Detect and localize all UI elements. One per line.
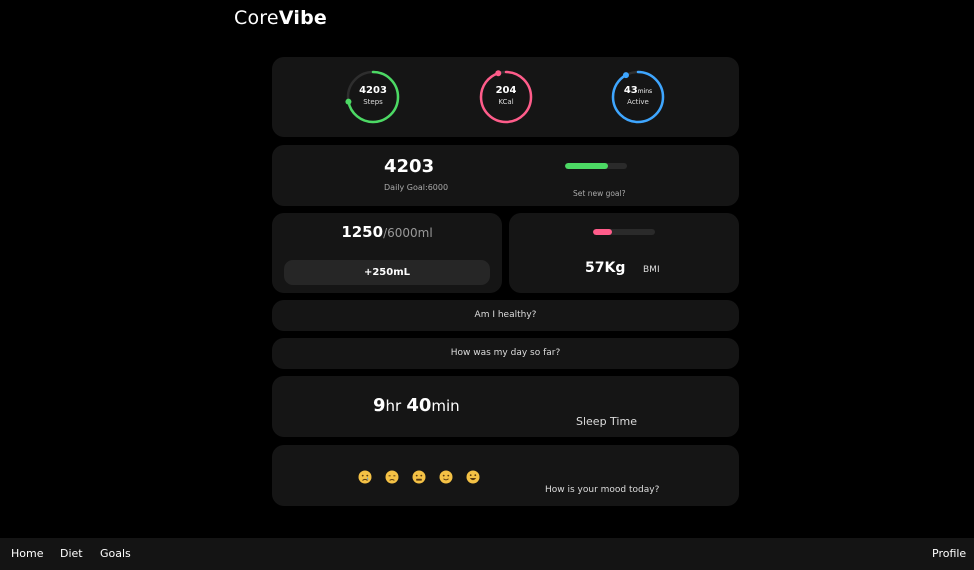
- sleep-duration: 9hr 40min: [373, 395, 460, 416]
- active-ring-value: 43mins: [623, 85, 653, 96]
- sleep-time-label: Sleep Time: [576, 415, 637, 428]
- water-intake-card: 1250/6000ml +250mL: [272, 213, 502, 293]
- active-ring-label: Active: [627, 98, 649, 106]
- sleep-minutes-unit: min: [431, 397, 460, 415]
- neutral-face-icon[interactable]: [412, 469, 426, 484]
- active-ring-endpoint: [622, 72, 629, 79]
- day-summary-label: How was my day so far?: [450, 348, 561, 358]
- grinning-face-icon[interactable]: [466, 469, 480, 484]
- weight-bmi-card: 57Kg BMI: [509, 213, 739, 293]
- bottom-nav: Home Diet Goals Profile: [0, 538, 974, 570]
- bmi-label[interactable]: BMI: [643, 265, 660, 275]
- steps-ring[interactable]: 4203 Steps: [345, 69, 401, 125]
- day-summary-button[interactable]: How was my day so far?: [272, 338, 739, 369]
- kcal-ring-endpoint: [495, 70, 502, 77]
- nav-diet[interactable]: Diet: [60, 547, 83, 560]
- app-logo: CoreVibe: [234, 7, 327, 29]
- sleep-hours-unit: hr: [385, 397, 402, 415]
- mood-card: How is your mood today?: [272, 445, 739, 506]
- kcal-ring-progress: [479, 70, 533, 124]
- sleep-hours: 9: [373, 395, 386, 416]
- water-current: 1250: [341, 223, 384, 241]
- steps-count: 4203: [384, 156, 435, 177]
- nav-goals[interactable]: Goals: [100, 547, 131, 560]
- water-amount: 1250/6000ml: [272, 223, 502, 241]
- water-total: /6000ml: [383, 226, 433, 240]
- active-ring[interactable]: 43mins Active: [610, 69, 666, 125]
- bmi-bar: [593, 229, 655, 235]
- slightly-smiling-face-icon[interactable]: [439, 469, 453, 484]
- nav-profile[interactable]: Profile: [932, 547, 966, 560]
- weight-value: 57Kg: [585, 260, 626, 276]
- bmi-bar-fill: [593, 229, 612, 235]
- sleep-minutes: 40: [406, 395, 432, 416]
- kcal-ring[interactable]: 204 KCal: [478, 69, 534, 125]
- am-i-healthy-button[interactable]: Am I healthy?: [272, 300, 739, 331]
- activity-rings-card: 4203 Steps 204 KCal 43mins Active: [272, 57, 739, 137]
- mood-options: [358, 469, 488, 488]
- mood-prompt: How is your mood today?: [545, 485, 660, 495]
- crying-face-icon[interactable]: [358, 469, 372, 484]
- steps-progress-bar: [565, 163, 627, 169]
- active-ring-chart: [611, 70, 665, 124]
- steps-progress-fill: [565, 163, 609, 169]
- add-water-button[interactable]: +250mL: [284, 260, 490, 285]
- brand-bold: Vibe: [278, 7, 327, 29]
- steps-ring-value: 4203: [359, 85, 387, 96]
- steps-goal-card: 4203 Daily Goal:6000 Set new goal?: [272, 145, 739, 206]
- set-new-goal-link[interactable]: Set new goal?: [573, 189, 626, 198]
- daily-goal-label: Daily Goal:6000: [384, 183, 449, 192]
- steps-ring-label: Steps: [363, 98, 383, 106]
- kcal-ring-value: 204: [495, 85, 517, 96]
- kcal-ring-chart: [479, 70, 533, 124]
- kcal-ring-label: KCal: [498, 98, 514, 106]
- brand-prefix: Core: [234, 7, 279, 29]
- active-ring-progress: [611, 70, 665, 124]
- nav-home[interactable]: Home: [11, 547, 43, 560]
- steps-ring-chart: [345, 70, 400, 124]
- am-i-healthy-label: Am I healthy?: [474, 310, 537, 320]
- disappointed-face-icon[interactable]: [385, 469, 399, 484]
- sleep-card: 9hr 40min Sleep Time: [272, 376, 739, 437]
